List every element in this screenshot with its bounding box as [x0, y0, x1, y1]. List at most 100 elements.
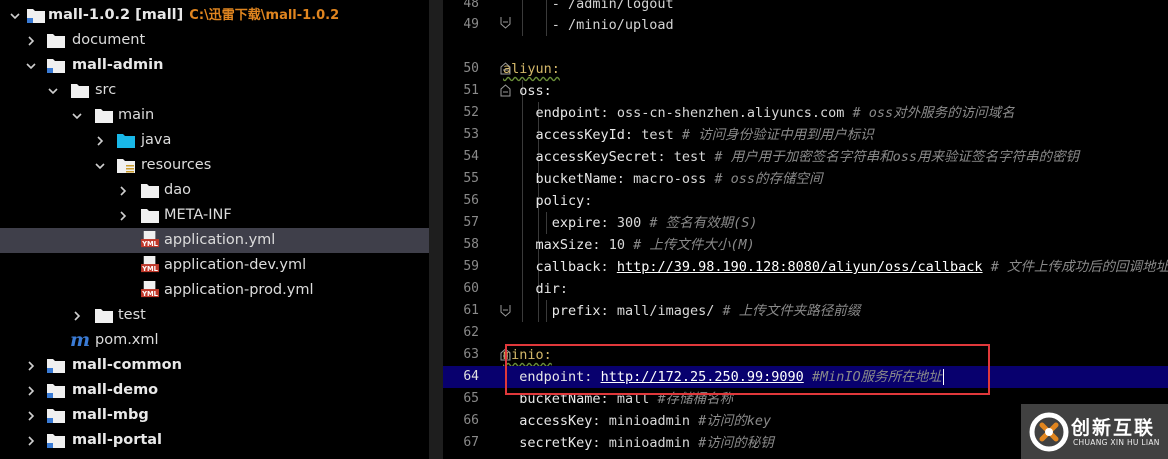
module-folder-icon — [47, 359, 65, 373]
code-line-61[interactable]: prefix: mall/images/ # 上传文件夹路径前缀 — [503, 300, 1168, 322]
minio-endpoint-link[interactable]: http://172.25.250.99:9090 — [601, 369, 804, 385]
svg-text:YML: YML — [141, 290, 159, 298]
line-number: 62 — [463, 325, 479, 340]
tree-item-label: application-dev.yml — [164, 257, 307, 273]
code-line-57[interactable]: expire: 300 # 签名有效期(S) — [503, 212, 1168, 234]
source-folder-icon — [117, 134, 135, 148]
module-folder-icon — [47, 384, 65, 398]
code-line-63[interactable]: minio: — [503, 344, 1168, 366]
folder-icon — [95, 309, 113, 323]
module-folder-icon — [27, 9, 45, 23]
chevron-right-icon[interactable] — [24, 403, 38, 428]
fold-start-icon[interactable] — [500, 348, 511, 361]
tree-item-label: test — [118, 307, 146, 323]
fold-start-icon[interactable] — [500, 84, 511, 97]
chevron-right-icon[interactable] — [24, 353, 38, 378]
tree-item-application-prod-yml[interactable]: YML application-prod.yml — [0, 278, 429, 303]
line-number: 66 — [463, 413, 479, 428]
chevron-right-icon[interactable] — [24, 428, 38, 453]
line-number: 51 — [463, 83, 479, 98]
fold-end-icon[interactable] — [500, 304, 511, 317]
tree-item-resources[interactable]: resources — [0, 153, 429, 178]
tree-item-label: application.yml — [164, 232, 276, 248]
code-line-47[interactable]: - /admin/logout — [503, 0, 1168, 15]
line-number: 56 — [463, 193, 479, 208]
chevron-right-icon[interactable] — [93, 128, 107, 153]
code-line-53[interactable]: accessKeyId: test # 访问身份验证中用到用户标识 — [503, 124, 1168, 146]
tree-item-mall-common[interactable]: mall-common — [0, 353, 429, 378]
watermark-brand-en: CHUANG XIN HU LIAN — [1073, 438, 1160, 447]
code-line-55[interactable]: bucketName: macro-oss # oss的存储空间 — [503, 168, 1168, 190]
folder-icon — [47, 34, 65, 48]
tree-item-label: META-INF — [164, 207, 232, 223]
chevron-right-icon[interactable] — [70, 303, 84, 328]
callback-url-link[interactable]: http://39.98.190.128:8080/aliyun/oss/cal… — [617, 259, 983, 275]
tree-item-label: resources — [141, 157, 212, 173]
code-line-58[interactable]: maxSize: 10 # 上传文件大小(M) — [503, 234, 1168, 256]
line-number: 58 — [463, 237, 479, 252]
line-number: 61 — [463, 303, 479, 318]
chevron-down-icon[interactable] — [70, 103, 84, 128]
tree-item-document[interactable]: document — [0, 28, 429, 53]
tree-item-application-yml[interactable]: YML application.yml — [0, 228, 429, 253]
svg-text:YML: YML — [141, 265, 159, 273]
tree-item-mall-mbg[interactable]: mall-mbg — [0, 403, 429, 428]
code-line-59[interactable]: callback: http://39.98.190.128:8080/aliy… — [503, 256, 1168, 278]
code-line-52[interactable]: endpoint: oss-cn-shenzhen.aliyuncs.com #… — [503, 102, 1168, 124]
watermark: 创新互联 CHUANG XIN HU LIAN — [1021, 404, 1168, 459]
tree-item-label: java — [141, 132, 172, 148]
tree-item-mall-demo[interactable]: mall-demo — [0, 378, 429, 403]
tree-item-label: dao — [164, 182, 191, 198]
code-line-50[interactable]: aliyun: — [503, 58, 1168, 80]
chevron-down-icon[interactable] — [93, 153, 107, 178]
code-line-60[interactable]: dir: — [503, 278, 1168, 300]
fold-end-icon[interactable] — [500, 16, 511, 29]
tree-item-test[interactable]: test — [0, 303, 429, 328]
tree-item-dao[interactable]: dao — [0, 178, 429, 203]
tree-root-path: C:\迅雷下载\mall-1.0.2 — [189, 8, 340, 23]
svg-text:YML: YML — [141, 240, 159, 248]
chevron-down-icon[interactable] — [46, 78, 60, 103]
module-folder-icon — [47, 434, 65, 448]
code-line-54[interactable]: accessKeySecret: test # 用户用于加密签名字符串和oss用… — [503, 146, 1168, 168]
module-folder-icon — [47, 59, 65, 73]
tree-item-application-dev-yml[interactable]: YML application-dev.yml — [0, 253, 429, 278]
chevron-down-icon[interactable] — [8, 3, 22, 28]
tree-item-label: mall-mbg — [72, 407, 149, 423]
chevron-down-icon[interactable] — [24, 53, 38, 78]
tree-root-mall[interactable]: mall-1.0.2 [mall] C:\迅雷下载\mall-1.0.2 — [0, 3, 429, 28]
code-editor[interactable]: - /admin/logout - /minio/upload aliyun: … — [503, 0, 1168, 459]
brand-logo-icon — [1029, 412, 1069, 452]
tree-item-mall-portal[interactable]: mall-portal — [0, 428, 429, 453]
tree-item-pom-xml[interactable]: m pom.xml — [0, 328, 429, 353]
line-number: 49 — [463, 17, 479, 32]
tree-item-main[interactable]: main — [0, 103, 429, 128]
line-number: 50 — [463, 61, 479, 76]
line-number-gutter: 48 49 50 51 52 53 54 55 56 57 58 59 60 6… — [443, 0, 503, 459]
tree-item-java[interactable]: java — [0, 128, 429, 153]
tree-item-label: src — [95, 82, 117, 98]
tree-item-label: document — [72, 32, 146, 48]
code-line-56[interactable]: policy: — [503, 190, 1168, 212]
code-line-64-active[interactable]: endpoint: http://172.25.250.99:9090 #Min… — [503, 366, 1168, 388]
folder-icon — [141, 209, 159, 223]
code-line-51[interactable]: oss: — [503, 80, 1168, 102]
line-number: 57 — [463, 215, 479, 230]
tree-item-src[interactable]: src — [0, 78, 429, 103]
fold-start-icon[interactable] — [500, 62, 511, 75]
chevron-right-icon[interactable] — [24, 378, 38, 403]
line-number-active: 64 — [463, 369, 479, 384]
tree-item-mall-admin[interactable]: mall-admin — [0, 53, 429, 78]
text-caret — [942, 369, 945, 385]
line-number: 54 — [463, 149, 479, 164]
module-folder-icon — [47, 409, 65, 423]
watermark-brand-cn: 创新互联 — [1071, 417, 1156, 439]
chevron-right-icon[interactable] — [24, 28, 38, 53]
chevron-right-icon[interactable] — [116, 178, 130, 203]
tree-item-meta-inf[interactable]: META-INF — [0, 203, 429, 228]
folder-icon — [141, 184, 159, 198]
chevron-right-icon[interactable] — [116, 203, 130, 228]
panel-divider[interactable] — [429, 0, 443, 459]
resources-folder-icon — [117, 159, 135, 173]
code-line-48[interactable]: - /minio/upload — [503, 14, 1168, 36]
